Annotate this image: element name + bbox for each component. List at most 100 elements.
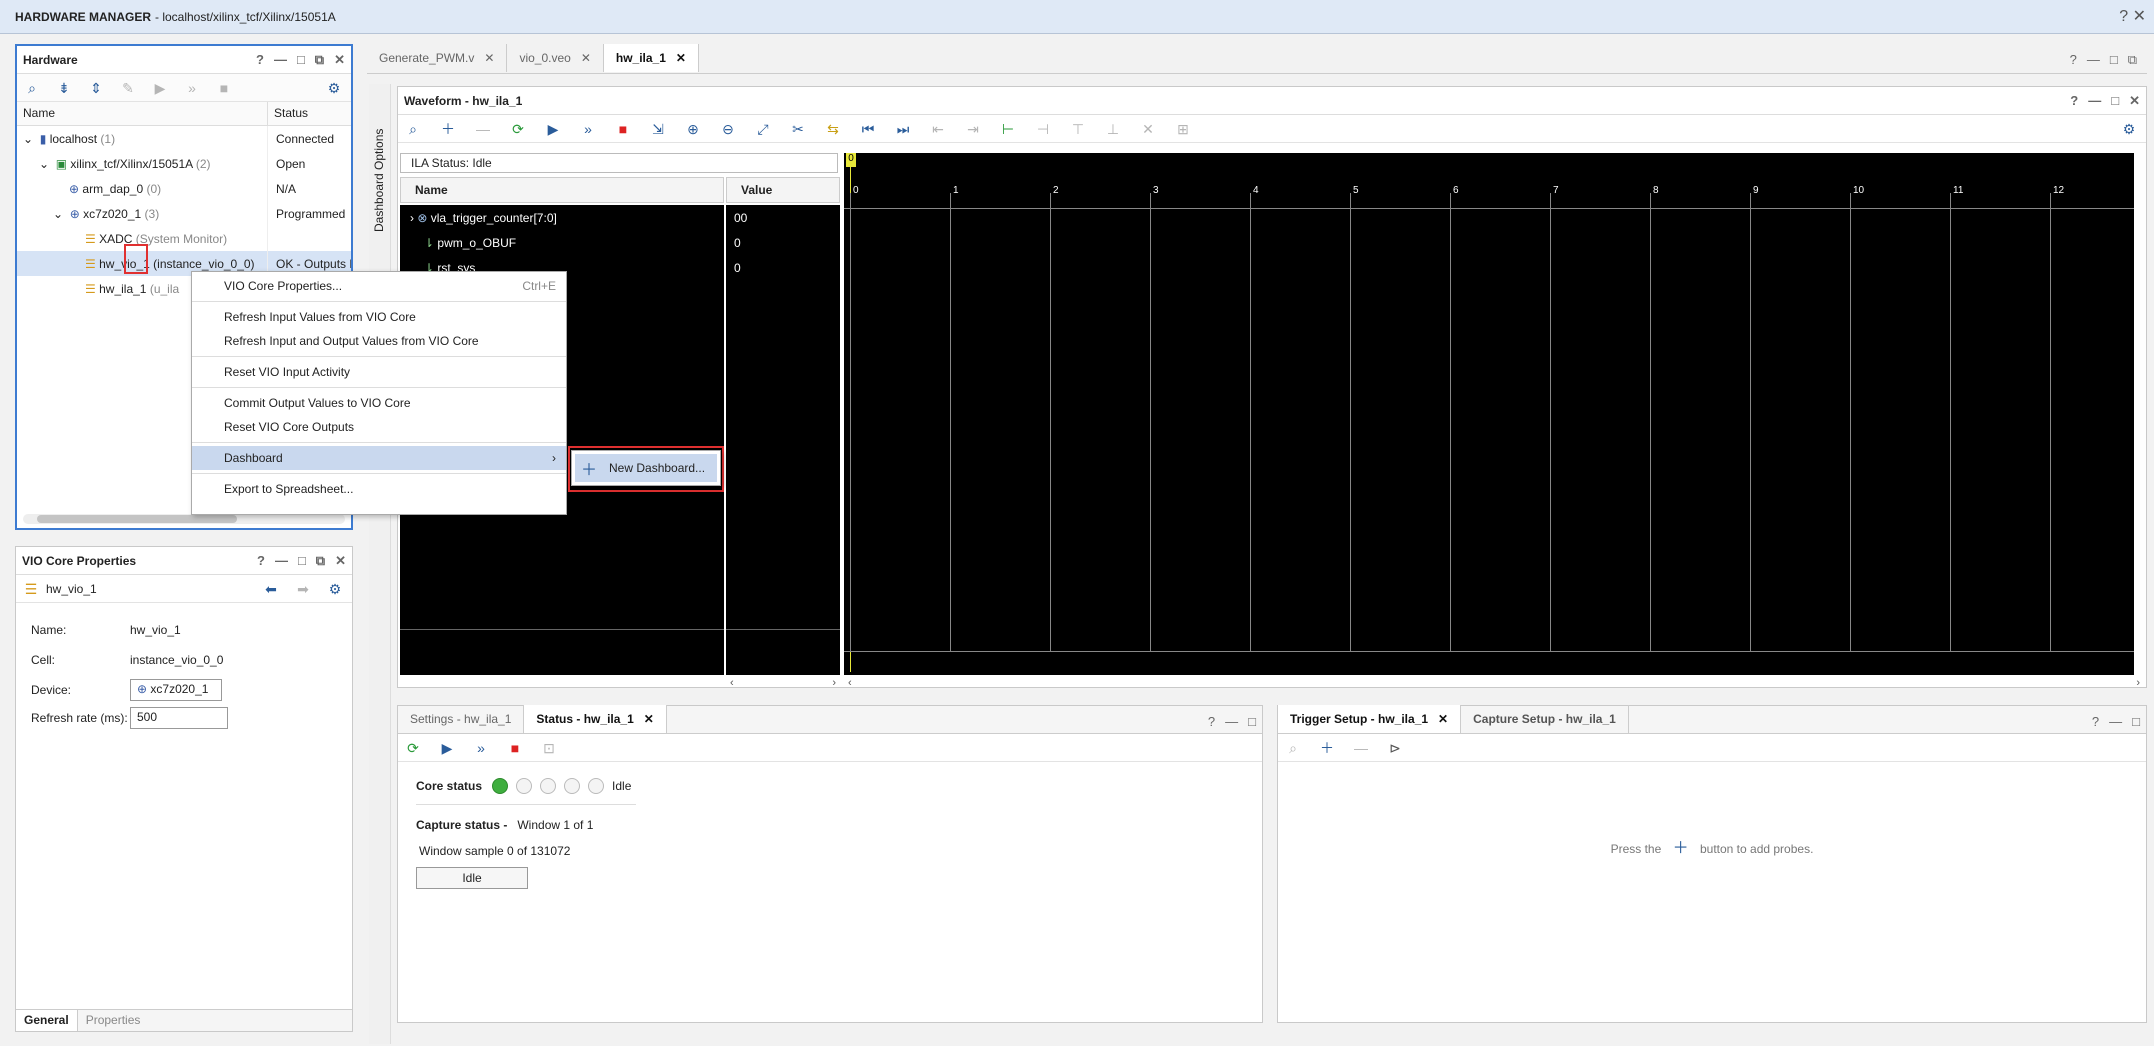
chevron-down-icon[interactable]: ⌄ — [53, 207, 63, 221]
menu-item-vio-core-properties[interactable]: VIO Core Properties... Ctrl+E — [192, 274, 566, 298]
remove-icon[interactable]: — — [474, 120, 492, 138]
minimize-icon[interactable]: — — [2087, 52, 2100, 68]
maximize-icon[interactable]: ⧉ — [2128, 52, 2137, 68]
menu-item-reset-outputs[interactable]: Reset VIO Core Outputs — [192, 415, 566, 439]
search-icon[interactable]: ⌕ — [404, 120, 422, 138]
tab-capture-setup[interactable]: Capture Setup - hw_ila_1 — [1461, 705, 1629, 733]
collapse-all-icon[interactable]: ⇟ — [55, 79, 73, 97]
run-immediate-icon[interactable]: » — [579, 120, 597, 138]
run-trigger-icon[interactable]: ▶ — [438, 739, 456, 757]
tree-row-device[interactable]: ⌄ ⊕ xc7z020_1 (3) Programmed — [17, 201, 351, 226]
restore-icon[interactable]: □ — [297, 52, 305, 68]
device-field[interactable]: ⊕ xc7z020_1 — [130, 679, 222, 701]
settings-gear-icon[interactable]: ⚙ — [326, 580, 344, 598]
signal-row[interactable]: › ⊗ vla_trigger_counter[7:0] — [400, 205, 724, 230]
refresh-rate-input[interactable]: 500 — [130, 707, 228, 729]
delete-marker-icon[interactable]: ✕ — [1139, 120, 1157, 138]
search-icon[interactable]: ⌕ — [23, 79, 41, 97]
chevron-down-icon[interactable]: ⌄ — [39, 157, 49, 171]
scroll-left-icon[interactable]: ‹ — [730, 677, 734, 689]
menu-item-export-spreadsheet[interactable]: Export to Spreadsheet... — [192, 477, 566, 501]
add-icon[interactable]: ＋ — [439, 120, 457, 138]
close-icon[interactable]: ✕ — [334, 52, 345, 68]
float-icon[interactable]: ⧉ — [315, 52, 324, 68]
minimize-icon[interactable]: — — [275, 553, 288, 569]
help-icon[interactable]: ? — [1208, 714, 1215, 729]
horizontal-scrollbar[interactable] — [23, 514, 345, 524]
tab-general[interactable]: General — [16, 1010, 78, 1031]
tree-row-localhost[interactable]: ⌄ ▮ localhost (1) Connected — [17, 126, 351, 151]
restore-icon[interactable]: □ — [2111, 93, 2119, 109]
marker-icon[interactable]: ⇆ — [824, 120, 842, 138]
swap-cursors-icon[interactable]: ⊥ — [1104, 120, 1122, 138]
close-icon[interactable]: ✕ — [335, 553, 346, 569]
settings-gear-icon[interactable]: ⚙ — [2120, 120, 2138, 138]
minimize-icon[interactable]: — — [1225, 714, 1238, 729]
tab-settings[interactable]: Settings - hw_ila_1 — [398, 705, 525, 733]
scroll-right-icon[interactable]: › — [2136, 677, 2140, 689]
add-probe-icon[interactable]: ＋ — [1318, 739, 1336, 757]
add-marker-icon[interactable]: ⊢ — [999, 120, 1017, 138]
tree-row-xadc[interactable]: ☰ XADC (System Monitor) — [17, 226, 351, 251]
tab-generate-pwm[interactable]: Generate_PWM.v ✕ — [367, 44, 508, 72]
tab-status[interactable]: Status - hw_ila_1 ✕ — [524, 705, 667, 733]
auto-retrigger-icon[interactable]: ⟳ — [404, 739, 422, 757]
remove-icon[interactable]: — — [1352, 739, 1370, 757]
restore-icon[interactable]: □ — [298, 553, 306, 569]
time-marker-label[interactable]: 0 — [846, 153, 856, 167]
help-icon[interactable]: ? — [256, 52, 264, 68]
close-icon[interactable]: ✕ — [581, 51, 591, 65]
zoom-in-icon[interactable]: ⊕ — [684, 120, 702, 138]
export-icon[interactable]: ⇲ — [649, 120, 667, 138]
run-immediate-icon[interactable]: » — [183, 79, 201, 97]
search-icon[interactable]: ⌕ — [1284, 739, 1302, 757]
scrollbar-thumb[interactable] — [37, 515, 237, 523]
close-icon[interactable]: ✕ — [484, 51, 494, 65]
dashboard-options-sidebar[interactable]: Dashboard Options — [369, 84, 391, 1044]
restore-icon[interactable]: □ — [1248, 714, 1256, 729]
prev-marker-icon[interactable]: ⊣ — [1034, 120, 1052, 138]
back-arrow-icon[interactable]: ⬅ — [262, 580, 280, 598]
scroll-right-icon[interactable]: › — [832, 677, 836, 689]
stop-icon[interactable]: ■ — [614, 120, 632, 138]
tab-properties[interactable]: Properties — [78, 1010, 149, 1031]
help-icon[interactable]: ? — [2070, 52, 2077, 68]
run-icon[interactable]: ▶ — [151, 79, 169, 97]
close-icon[interactable]: ✕ — [2129, 93, 2140, 109]
minimize-icon[interactable]: — — [274, 52, 287, 68]
auto-connect-icon[interactable]: ✎ — [119, 79, 137, 97]
help-icon[interactable]: ? — [257, 553, 265, 569]
close-icon[interactable]: ✕ — [676, 51, 686, 65]
tab-hw-ila[interactable]: hw_ila_1 ✕ — [603, 44, 699, 72]
settings-gear-icon[interactable]: ⚙ — [325, 79, 343, 97]
minimize-icon[interactable]: — — [2088, 93, 2101, 109]
tab-vio-veo[interactable]: vio_0.veo ✕ — [507, 44, 604, 72]
capture-icon[interactable]: ⊡ — [540, 739, 558, 757]
run-trigger-icon[interactable]: ▶ — [544, 120, 562, 138]
wave-scroll[interactable]: ‹ › — [844, 677, 2144, 689]
go-to-start-icon[interactable]: ⏮ — [859, 120, 877, 138]
chevron-down-icon[interactable]: ⌄ — [23, 132, 33, 146]
help-icon[interactable]: ? — [2070, 93, 2078, 109]
fit-marker-icon[interactable]: ⊞ — [1174, 120, 1192, 138]
forward-arrow-icon[interactable]: ➡ — [294, 580, 312, 598]
stop-icon[interactable]: ■ — [506, 739, 524, 757]
trigger-condition-icon[interactable]: ⊳ — [1386, 739, 1404, 757]
menu-item-refresh-inputs[interactable]: Refresh Input Values from VIO Core — [192, 305, 566, 329]
close-icon[interactable]: ✕ — [1438, 712, 1448, 726]
scroll-left-icon[interactable]: ‹ — [848, 677, 852, 689]
waveform-display[interactable]: 0 0 1 2 3 4 5 6 7 8 9 10 11 12 — [844, 153, 2134, 675]
menu-item-refresh-inputs-outputs[interactable]: Refresh Input and Output Values from VIO… — [192, 329, 566, 353]
restore-icon[interactable]: □ — [2132, 714, 2140, 729]
help-icon[interactable]: ? — [2119, 8, 2128, 25]
close-icon[interactable]: ✕ — [644, 712, 654, 726]
next-transition-icon[interactable]: ⇥ — [964, 120, 982, 138]
signal-row[interactable]: ⇂ pwm_o_OBUF — [400, 230, 724, 255]
menu-item-commit-outputs[interactable]: Commit Output Values to VIO Core — [192, 391, 566, 415]
menu-item-dashboard[interactable]: Dashboard › — [192, 446, 566, 470]
next-marker-icon[interactable]: ⊤ — [1069, 120, 1087, 138]
auto-retrigger-icon[interactable]: ⟳ — [509, 120, 527, 138]
go-to-end-icon[interactable]: ⏭ — [894, 120, 912, 138]
menu-item-reset-input-activity[interactable]: Reset VIO Input Activity — [192, 360, 566, 384]
zoom-out-icon[interactable]: ⊖ — [719, 120, 737, 138]
